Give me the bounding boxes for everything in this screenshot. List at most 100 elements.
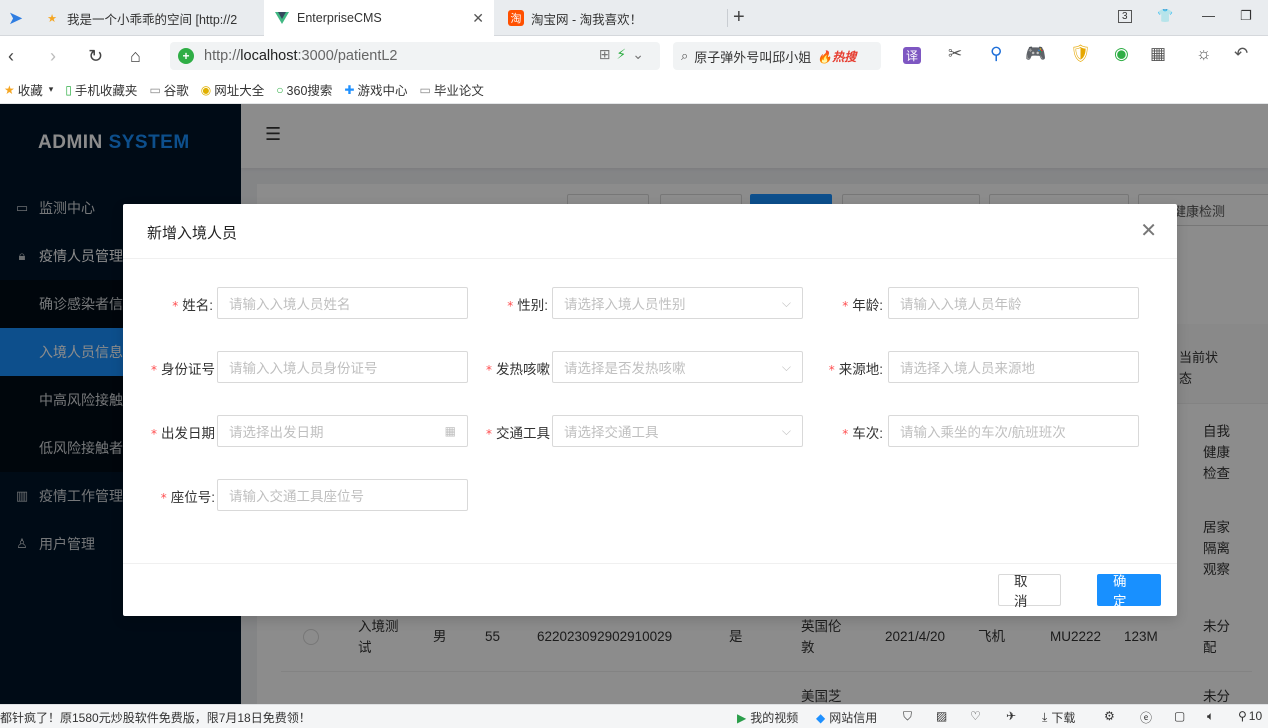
- label-age: * 年龄:: [842, 298, 883, 313]
- label-id-number: * 身份证号: [151, 362, 215, 377]
- close-icon[interactable]: ✕: [1140, 220, 1157, 242]
- bookmark-google[interactable]: ▭ 谷歌: [149, 80, 188, 99]
- bookmark-label: 收藏: [17, 84, 43, 98]
- browser-logo-icon[interactable]: ➤: [8, 7, 23, 29]
- fire-icon: 🔥: [817, 49, 833, 64]
- bookmark-label: 360搜索: [286, 84, 333, 98]
- chevron-down-icon: ⌵: [781, 295, 791, 310]
- bookmark-sites[interactable]: ◉ 网址大全: [201, 80, 265, 99]
- name-input[interactable]: 请输入入境人员姓名: [217, 287, 468, 319]
- skin-icon[interactable]: 👕: [1157, 8, 1173, 24]
- fever-select[interactable]: 请选择是否发热咳嗽 ⌵: [552, 351, 803, 383]
- volume-icon[interactable]: 🔈︎: [1207, 709, 1214, 724]
- ie-icon[interactable]: ⓔ: [1140, 709, 1152, 726]
- tab-space[interactable]: ★ 我是一个小乖乖的空间 [http://2: [34, 0, 262, 36]
- reload-icon[interactable]: ↻: [88, 45, 103, 67]
- modal-title: 新增入境人员: [147, 225, 238, 242]
- origin-input[interactable]: 请选择入境人员来源地: [888, 351, 1139, 383]
- tab-count-badge[interactable]: 3: [1118, 10, 1132, 23]
- placeholder: 请选择入境人员来源地: [900, 361, 1035, 376]
- minimize-icon[interactable]: —: [1202, 8, 1215, 23]
- hot-search-badge[interactable]: 🔥热搜: [817, 48, 856, 65]
- green-circle-icon[interactable]: ◉: [1114, 44, 1129, 64]
- globe-icon: ◉: [200, 82, 212, 97]
- shield-status-icon[interactable]: ⛉: [903, 709, 912, 724]
- placeholder: 请输入入境人员身份证号: [229, 361, 378, 376]
- placeholder: 请输入交通工具座位号: [229, 489, 364, 504]
- label-trip: * 车次:: [842, 426, 883, 441]
- gender-select[interactable]: 请选择入境人员性别 ⌵: [552, 287, 803, 319]
- browser-status-bar: 都针疯了！原1580元炒股软件免费版，限7月18日免费领！ ▶ 我的视频 ◆ 网站信…: [0, 704, 1268, 728]
- label-name: * 姓名:: [172, 298, 213, 313]
- chevron-down-icon: ▾: [48, 84, 54, 94]
- label-text: 姓名:: [182, 298, 213, 313]
- trip-input[interactable]: 请输入乘坐的车次/航班班次: [888, 415, 1139, 447]
- label-origin: * 来源地:: [828, 362, 883, 377]
- hot-label: 热搜: [832, 49, 857, 64]
- seat-input[interactable]: 请输入交通工具座位号: [217, 479, 468, 511]
- heart-icon[interactable]: ♡: [970, 709, 981, 723]
- scissors-icon[interactable]: ✂: [948, 44, 962, 64]
- window-icon[interactable]: ▢: [1174, 709, 1185, 723]
- forward-icon[interactable]: ›: [50, 45, 56, 67]
- calendar-icon: ▦: [444, 424, 456, 438]
- vue-logo-icon: [274, 10, 290, 26]
- bookmark-360[interactable]: ○ 360搜索: [276, 80, 332, 99]
- tab-taobao[interactable]: 淘 淘宝网 - 淘我喜欢！: [498, 0, 726, 36]
- chevron-down-icon: ⌵: [781, 359, 791, 374]
- undo-icon[interactable]: ↶: [1234, 44, 1248, 64]
- secure-shield-icon: +: [178, 48, 194, 64]
- bookmark-label: 游戏中心: [357, 84, 408, 98]
- star-icon: ★: [47, 12, 57, 25]
- my-video-link[interactable]: ▶ 我的视频: [737, 709, 798, 726]
- placeholder: 请选择是否发热咳嗽: [564, 361, 686, 376]
- id-number-input[interactable]: 请输入入境人员身份证号: [217, 351, 468, 383]
- url-prefix: http://: [204, 48, 241, 64]
- site-credit-link[interactable]: ◆ 网站信用: [816, 709, 877, 726]
- search-box[interactable]: ⌕ 原子弹外号叫邱小姐 🔥热搜: [673, 42, 881, 70]
- tools-icon[interactable]: ⚙: [1104, 709, 1115, 723]
- age-input[interactable]: 请输入入境人员年龄: [888, 287, 1139, 319]
- bookmark-games[interactable]: ✚ 游戏中心: [344, 80, 407, 99]
- page-icon: ▭: [419, 82, 431, 97]
- ok-button[interactable]: 确 定: [1097, 574, 1161, 609]
- label-text: 来源地:: [838, 362, 883, 377]
- home-icon[interactable]: ⌂: [130, 45, 141, 67]
- bookmark-favorites[interactable]: ★ 收藏 ▾: [4, 80, 53, 99]
- status-ad-text[interactable]: 都针疯了！原1580元炒股软件免费版，限7月18日免费领！: [0, 709, 311, 726]
- url-tools-icon[interactable]: ⊞⚡⌄: [599, 46, 650, 63]
- new-tab-icon[interactable]: +: [733, 6, 745, 29]
- restore-icon[interactable]: ❐: [1240, 8, 1252, 24]
- modal-header: 新增入境人员 ✕: [123, 204, 1177, 259]
- bookmark-thesis[interactable]: ▭ 毕业论文: [419, 80, 483, 99]
- credit-icon: ◆: [816, 710, 826, 725]
- url-host: localhost: [240, 48, 298, 64]
- status-label: 我的视频: [750, 711, 799, 725]
- departure-date-picker[interactable]: 请选择出发日期 ▦: [217, 415, 468, 447]
- label-text: 交通工具: [496, 426, 550, 441]
- back-icon[interactable]: ‹: [8, 45, 14, 67]
- apps-grid-icon[interactable]: ▦: [1150, 44, 1166, 64]
- bookmark-mobile[interactable]: ▯ 手机收藏夹: [65, 80, 137, 99]
- transport-select[interactable]: 请选择交通工具 ⌵: [552, 415, 803, 447]
- label-text: 出发日期: [161, 426, 215, 441]
- translate-icon[interactable]: 译: [903, 47, 922, 64]
- label-seat: * 座位号:: [160, 490, 215, 505]
- placeholder: 请选择交通工具: [564, 425, 659, 440]
- zoom-indicator[interactable]: ⚲ 10: [1238, 709, 1262, 723]
- tab-separator: [727, 9, 728, 27]
- cancel-button[interactable]: 取 消: [998, 574, 1061, 609]
- game-controller-icon[interactable]: 🎮: [1025, 44, 1046, 64]
- wallet-icon[interactable]: 🛡: [1070, 44, 1092, 64]
- rocket-icon[interactable]: ✈: [1006, 709, 1016, 723]
- bookmark-label: 毕业论文: [433, 84, 484, 98]
- tab-enterprisecms[interactable]: EnterpriseCMS ✕: [264, 0, 494, 36]
- address-bar[interactable]: + http://localhost:3000/patientL2 ⊞⚡⌄: [170, 42, 660, 70]
- address-text[interactable]: http://localhost:3000/patientL2: [204, 48, 398, 64]
- image-icon[interactable]: ▨: [936, 709, 947, 723]
- tab-title: 我是一个小乖乖的空间 [http://2: [67, 12, 238, 27]
- close-tab-icon[interactable]: ✕: [472, 10, 484, 27]
- magnifier-icon[interactable]: ⚲: [990, 44, 1002, 64]
- download-link[interactable]: ⤓ 下载: [1042, 709, 1075, 726]
- brightness-icon[interactable]: ☼: [1196, 44, 1212, 64]
